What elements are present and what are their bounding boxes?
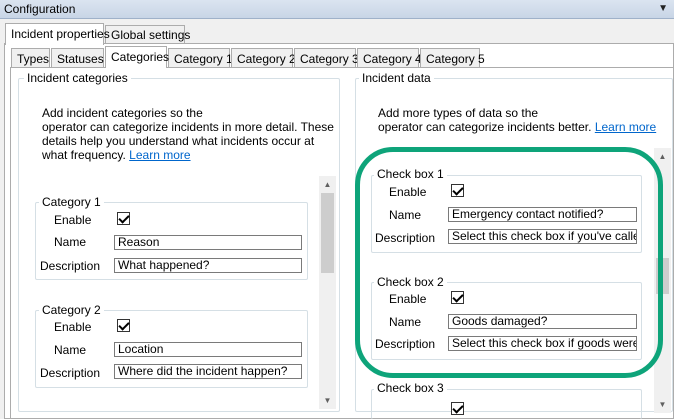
- category-2-name-input[interactable]: Location: [114, 342, 302, 357]
- incident-data-scrollbar[interactable]: ▲ ▼: [654, 148, 671, 413]
- scrollbar-thumb[interactable]: [321, 193, 334, 273]
- category-2-name-label: Name: [54, 343, 87, 357]
- arrow-down-icon[interactable]: ▼: [654, 396, 671, 413]
- check-box-2-description-label: Description: [375, 337, 436, 351]
- category-1-name-input[interactable]: Reason: [114, 235, 302, 250]
- incident-data-description: Add more types of data so the operator c…: [378, 106, 657, 134]
- check-box-1-enable-checkbox[interactable]: [451, 184, 464, 197]
- category-1-name-label: Name: [54, 235, 87, 249]
- tab-incident-properties[interactable]: Incident properties: [5, 23, 110, 45]
- chevron-down-icon[interactable]: ▼: [658, 3, 668, 14]
- tab-category-3[interactable]: Category 3: [294, 48, 359, 68]
- check-box-2-description-input[interactable]: Select this check box if goods were da: [448, 336, 637, 351]
- check-box-1-name-label: Name: [389, 208, 422, 222]
- category-2-enable-label: Enable: [54, 320, 92, 334]
- incident-categories-heading: Incident categories: [24, 71, 131, 85]
- category-1-enable-label: Enable: [54, 213, 92, 227]
- tab-categories[interactable]: Categories: [105, 46, 169, 68]
- category-1-title: Category 1: [39, 195, 104, 209]
- check-box-2-title: Check box 2: [374, 275, 447, 289]
- check-box-1-title: Check box 1: [374, 167, 447, 181]
- check-box-2-name-label: Name: [389, 315, 422, 329]
- check-box-3-enable-checkbox[interactable]: [451, 402, 464, 415]
- category-1-enable-checkbox[interactable]: [117, 212, 130, 225]
- window-title: Configuration: [4, 2, 76, 16]
- check-box-1-description-label: Description: [375, 231, 436, 245]
- learn-more-link-data[interactable]: Learn more: [595, 120, 656, 134]
- category-2-enable-checkbox[interactable]: [117, 319, 130, 332]
- tab-types[interactable]: Types: [11, 48, 50, 68]
- check-box-1-description-input[interactable]: Select this check box if you've called t: [448, 229, 637, 244]
- tab-category-1[interactable]: Category 1: [168, 48, 233, 68]
- check-box-2-enable-checkbox[interactable]: [451, 291, 464, 304]
- category-2-title: Category 2: [39, 303, 104, 317]
- check-box-1-name-input[interactable]: Emergency contact notified?: [448, 207, 637, 222]
- check-box-2-enable-label: Enable: [389, 292, 427, 306]
- arrow-up-icon[interactable]: ▲: [319, 176, 336, 193]
- window-title-bar: Configuration ▼: [0, 0, 674, 19]
- learn-more-link[interactable]: Learn more: [129, 148, 190, 162]
- tab-category-2[interactable]: Category 2: [231, 48, 296, 68]
- check-box-3-title: Check box 3: [374, 381, 447, 395]
- tab-statuses[interactable]: Statuses: [51, 48, 104, 68]
- incident-categories-description: Add incident categories so the operator …: [42, 106, 334, 162]
- tab-category-5[interactable]: Category 5: [420, 48, 485, 68]
- category-1-description-label: Description: [40, 259, 101, 273]
- arrow-down-icon[interactable]: ▼: [319, 392, 336, 409]
- category-2-description-input[interactable]: Where did the incident happen?: [114, 364, 302, 379]
- scrollbar-thumb[interactable]: [656, 258, 669, 294]
- tab-global-settings[interactable]: Global settings: [105, 25, 190, 43]
- category-2-description-label: Description: [40, 366, 101, 380]
- check-box-1-enable-label: Enable: [389, 185, 427, 199]
- tab-category-4[interactable]: Category 4: [357, 48, 422, 68]
- arrow-up-icon[interactable]: ▲: [654, 148, 671, 165]
- categories-scrollbar[interactable]: ▲ ▼: [319, 176, 336, 409]
- check-box-2-name-input[interactable]: Goods damaged?: [448, 314, 637, 329]
- category-1-description-input[interactable]: What happened?: [114, 258, 302, 273]
- incident-data-heading: Incident data: [359, 71, 434, 85]
